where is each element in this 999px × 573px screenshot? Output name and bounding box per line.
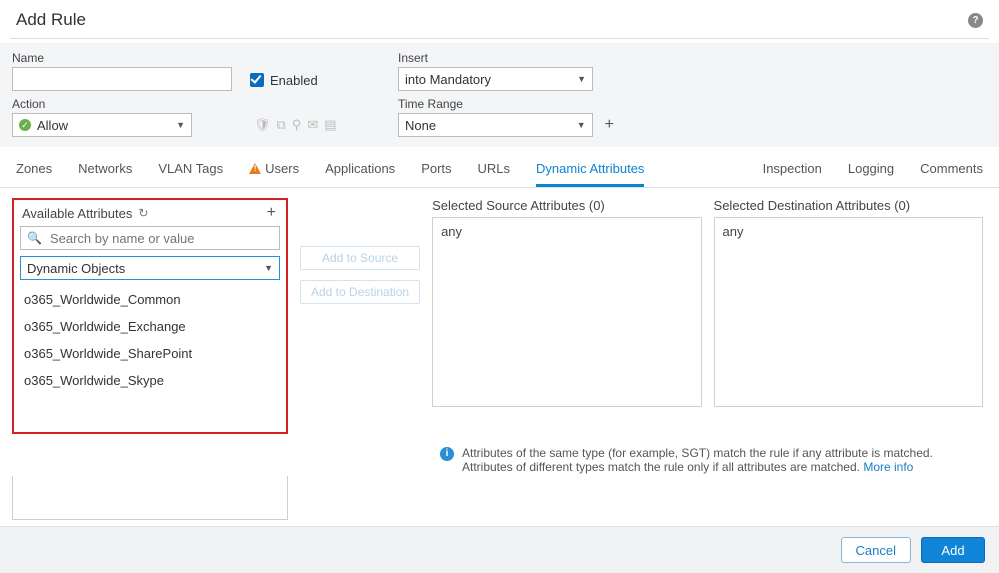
chevron-down-icon: ▼ (264, 263, 273, 273)
info-icon: i (440, 447, 454, 461)
selected-destination-title: Selected Destination Attributes (0) (714, 198, 983, 217)
tab-networks[interactable]: Networks (78, 151, 132, 187)
insert-value: into Mandatory (405, 72, 491, 87)
tab-bar: Zones Networks VLAN Tags Users Applicati… (0, 151, 999, 188)
tab-vlan-tags[interactable]: VLAN Tags (158, 151, 223, 187)
attribute-list: o365_Worldwide_Common o365_Worldwide_Exc… (20, 286, 280, 426)
action-value: Allow (37, 118, 68, 133)
search-icon: 🔍 (27, 231, 42, 245)
selected-destination-value: any (723, 224, 744, 239)
mail-icon[interactable]: ✉ (307, 117, 318, 137)
top-form: Name Enabled Insert into Mandatory ▼ Act… (0, 43, 999, 147)
available-title: Available Attributes (22, 206, 132, 221)
add-button[interactable]: Add (921, 537, 985, 563)
tab-dynamic-attributes[interactable]: Dynamic Attributes (536, 151, 644, 187)
selected-source-column: Selected Source Attributes (0) any (432, 198, 701, 434)
available-attributes-panel: Available Attributes ↻ + 🔍 Dynamic Objec… (12, 198, 288, 434)
tab-comments[interactable]: Comments (920, 151, 983, 187)
enabled-group: Enabled (250, 69, 390, 91)
action-label: Action (12, 97, 242, 111)
selected-source-title: Selected Source Attributes (0) (432, 198, 701, 217)
time-range-add-icon[interactable]: + (601, 116, 618, 134)
tab-users[interactable]: Users (249, 151, 299, 187)
help-icon[interactable]: ? (968, 13, 983, 28)
add-to-destination-button[interactable]: Add to Destination (300, 280, 420, 304)
selected-source-value: any (441, 224, 462, 239)
tab-zones[interactable]: Zones (16, 151, 52, 187)
available-panel-outline (12, 476, 288, 520)
attribute-type-value: Dynamic Objects (27, 261, 125, 276)
action-field-group: Action ✓ Allow ▼ (12, 97, 242, 137)
more-info-link[interactable]: More info (863, 460, 913, 474)
insert-label: Insert (398, 51, 618, 65)
chevron-down-icon: ▼ (577, 120, 586, 130)
insert-field-group: Insert into Mandatory ▼ (398, 51, 618, 91)
time-range-value: None (405, 118, 436, 133)
transfer-buttons: Add to Source Add to Destination (300, 246, 420, 434)
attribute-type-select[interactable]: Dynamic Objects ▼ (20, 256, 280, 280)
name-label: Name (12, 51, 242, 65)
refresh-icon[interactable]: ↻ (138, 206, 148, 220)
time-range-select[interactable]: None ▼ (398, 113, 593, 137)
list-item[interactable]: o365_Worldwide_Exchange (20, 313, 280, 340)
insert-select[interactable]: into Mandatory ▼ (398, 67, 593, 91)
attributes-info: i Attributes of the same type (for examp… (0, 440, 999, 476)
list-item[interactable]: o365_Worldwide_Common (20, 286, 280, 313)
info-text: Attributes of the same type (for example… (462, 446, 983, 474)
warning-icon (249, 163, 261, 174)
selected-destination-box[interactable]: any (714, 217, 983, 407)
clipboard-icon[interactable]: ▤ (324, 117, 336, 137)
list-item[interactable]: o365_Worldwide_SharePoint (20, 340, 280, 367)
time-range-group: Time Range None ▼ + (398, 97, 618, 137)
add-rule-dialog: Add Rule ? Name Enabled Insert into Mand… (0, 0, 999, 573)
tabs-left: Zones Networks VLAN Tags Users Applicati… (16, 151, 644, 187)
selected-source-box[interactable]: any (432, 217, 701, 407)
tabs-right: Inspection Logging Comments (763, 151, 983, 187)
chevron-down-icon: ▼ (577, 74, 586, 84)
name-input[interactable] (12, 67, 232, 91)
add-to-source-button[interactable]: Add to Source (300, 246, 420, 270)
cancel-button[interactable]: Cancel (841, 537, 911, 563)
enabled-checkbox[interactable] (250, 73, 264, 87)
dialog-footer: Cancel Add (0, 526, 999, 573)
tag-icon[interactable]: ⧉ (277, 117, 286, 137)
time-range-label: Time Range (398, 97, 618, 111)
divider (10, 38, 989, 39)
shield-icon[interactable]: 🛡 (254, 117, 271, 137)
name-field-group: Name (12, 51, 242, 91)
attribute-search-input[interactable] (48, 230, 273, 247)
attributes-body: Available Attributes ↻ + 🔍 Dynamic Objec… (0, 188, 999, 440)
enabled-label: Enabled (270, 73, 318, 88)
list-item[interactable]: o365_Worldwide_Skype (20, 367, 280, 394)
tab-urls[interactable]: URLs (478, 151, 511, 187)
add-attribute-icon[interactable]: + (267, 204, 278, 222)
selected-destination-column: Selected Destination Attributes (0) any (714, 198, 983, 434)
action-select[interactable]: ✓ Allow ▼ (12, 113, 192, 137)
dialog-title: Add Rule (16, 10, 86, 30)
allow-circle-icon: ✓ (19, 119, 31, 131)
tab-logging[interactable]: Logging (848, 151, 894, 187)
tab-inspection[interactable]: Inspection (763, 151, 822, 187)
tab-applications[interactable]: Applications (325, 151, 395, 187)
action-mini-icons: 🛡 ⧉ ⚲ ✉ ▤ (254, 117, 390, 137)
chevron-down-icon: ▼ (176, 120, 185, 130)
dialog-header: Add Rule ? (0, 0, 999, 38)
tab-ports[interactable]: Ports (421, 151, 451, 187)
attribute-search[interactable]: 🔍 (20, 226, 280, 250)
user-icon[interactable]: ⚲ (292, 117, 302, 137)
